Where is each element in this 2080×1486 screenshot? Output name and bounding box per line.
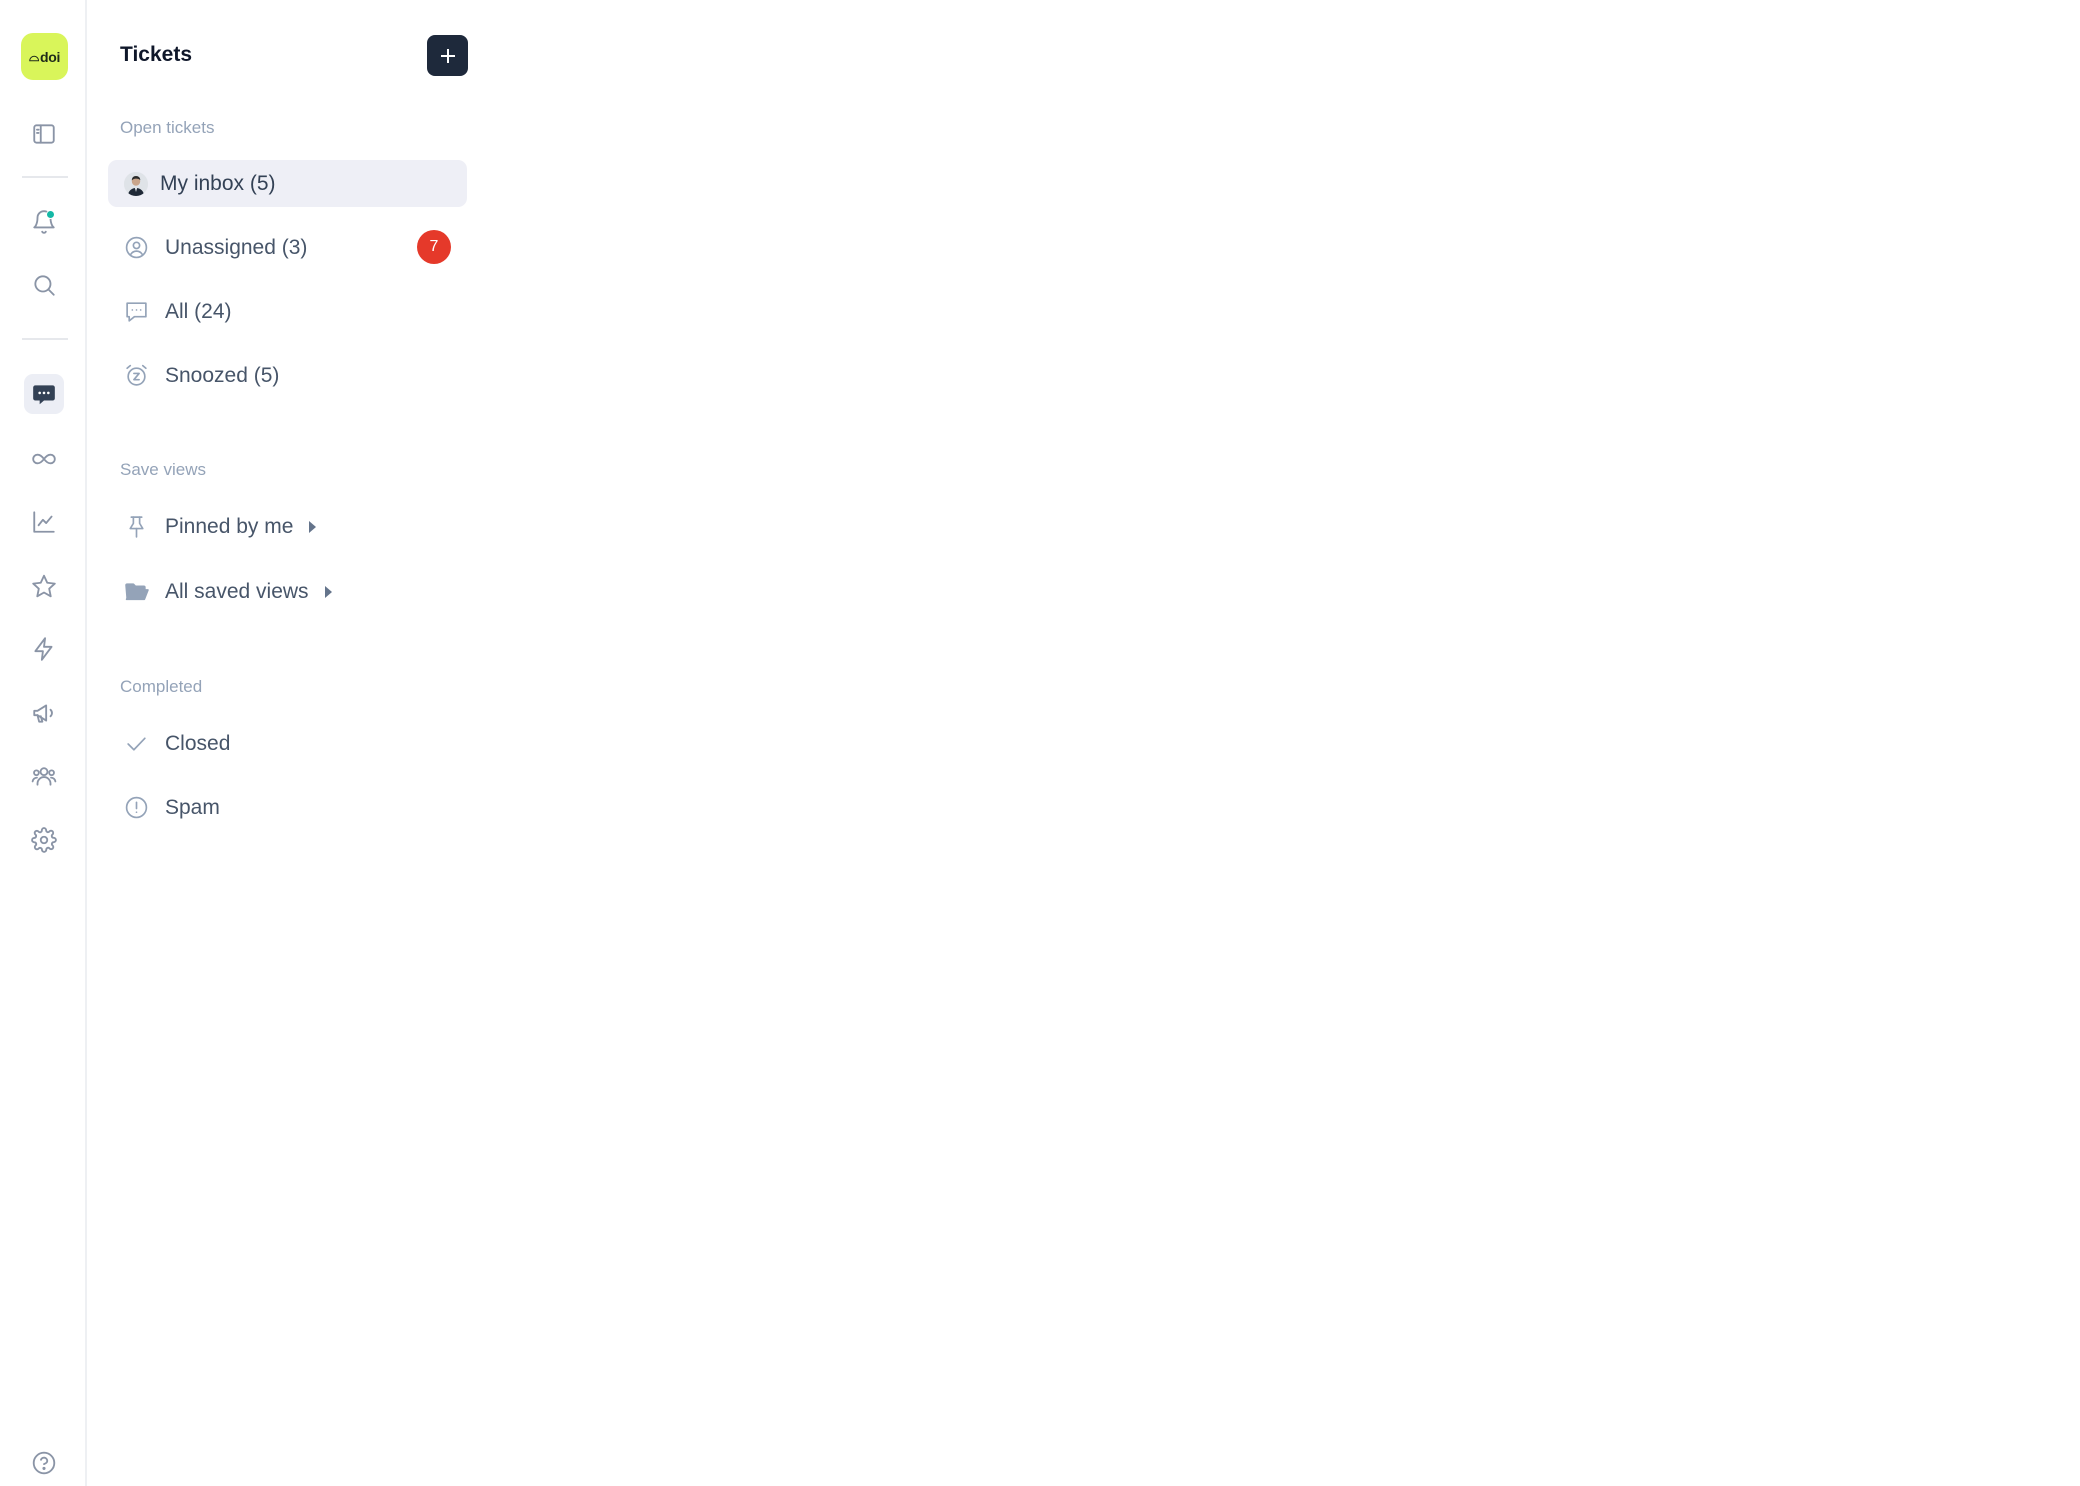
logo-mark-icon: ⌓ — [28, 48, 39, 64]
sidebar-toggle-icon — [33, 124, 55, 144]
tickets-nav-button[interactable] — [24, 374, 64, 414]
users-icon — [31, 767, 57, 786]
search-button[interactable] — [24, 265, 64, 305]
check-icon — [122, 730, 150, 758]
campaigns-nav-button[interactable] — [24, 693, 64, 733]
integrations-nav-button[interactable] — [24, 439, 64, 479]
settings-nav-button[interactable] — [24, 820, 64, 860]
search-icon — [34, 275, 55, 296]
app-logo[interactable]: ⌓ doi — [21, 33, 68, 80]
nav-item-label: My inbox (5) — [160, 171, 276, 195]
alert-circle-icon — [122, 794, 150, 822]
nav-item-label: Spam — [165, 795, 220, 819]
nav-item-spam[interactable]: Spam — [108, 784, 467, 831]
message-square-icon — [122, 298, 150, 326]
rail-divider — [22, 338, 68, 340]
nav-item-label: Pinned by me — [165, 514, 294, 538]
nav-item-all-saved-views[interactable]: All saved views — [108, 568, 368, 615]
contacts-nav-button[interactable] — [24, 756, 64, 796]
folder-open-icon — [122, 578, 150, 606]
notification-dot — [46, 210, 55, 219]
infinity-icon — [32, 453, 56, 465]
unread-count-badge: 7 — [417, 230, 451, 264]
star-icon — [32, 574, 56, 598]
nav-item-label: Closed — [165, 731, 231, 755]
user-photo-icon — [124, 171, 148, 196]
help-button[interactable] — [24, 1443, 64, 1483]
settings-icon — [31, 827, 57, 853]
main-content — [478, 0, 2080, 1486]
favorites-nav-button[interactable] — [24, 566, 64, 606]
nav-item-label: All (24) — [165, 299, 232, 323]
add-ticket-button[interactable] — [427, 35, 468, 76]
sidebar-toggle-button[interactable] — [24, 114, 64, 154]
page-title: Tickets — [120, 43, 192, 66]
nav-item-label: Unassigned (3) — [165, 235, 308, 259]
expand-caret-icon[interactable] — [309, 520, 317, 533]
notifications-button[interactable] — [24, 202, 64, 242]
avatar — [124, 171, 148, 196]
rail-divider — [22, 176, 68, 178]
nav-item-all[interactable]: All (24) — [108, 288, 467, 335]
nav-item-pinned-by-me[interactable]: Pinned by me — [108, 503, 368, 550]
nav-item-closed[interactable]: Closed — [108, 720, 467, 767]
expand-caret-icon[interactable] — [324, 585, 332, 598]
megaphone-icon — [33, 704, 53, 723]
section-label-completed: Completed — [120, 677, 203, 696]
reports-nav-button[interactable] — [24, 502, 64, 542]
section-label-open-tickets: Open tickets — [120, 118, 215, 137]
bolt-icon — [34, 637, 53, 661]
nav-item-label: Snoozed (5) — [165, 363, 280, 387]
icon-rail: ⌓ doi — [0, 0, 87, 1486]
automations-nav-button[interactable] — [24, 629, 64, 669]
nav-item-label: All saved views — [165, 579, 309, 603]
nav-item-my-inbox[interactable]: My inbox (5) — [108, 160, 467, 207]
nav-item-snoozed[interactable]: Snoozed (5) — [108, 352, 467, 399]
chart-line-icon — [33, 511, 55, 533]
chat-icon — [33, 385, 55, 405]
plus-icon — [440, 48, 455, 63]
alarm-clock-icon — [122, 362, 150, 390]
user-circle-icon — [122, 234, 150, 262]
nav-item-unassigned[interactable]: Unassigned (3) 7 — [108, 224, 467, 271]
pin-icon — [122, 513, 150, 541]
logo-text: doi — [39, 48, 61, 65]
tickets-sidebar: Tickets Open tickets My inbox (5) Unassi… — [88, 0, 478, 1486]
help-icon — [32, 1451, 56, 1475]
section-label-save-views: Save views — [120, 460, 206, 479]
